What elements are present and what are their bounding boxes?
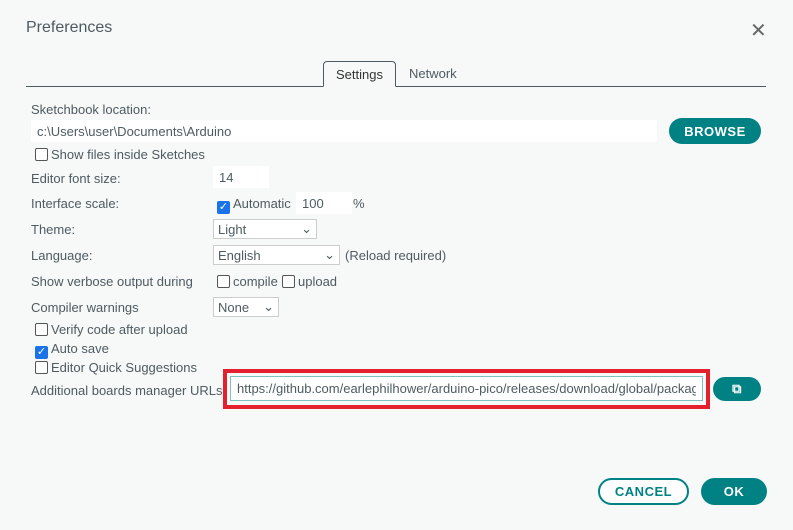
urls-label: Additional boards manager URLs xyxy=(31,383,223,398)
checkbox-icon[interactable] xyxy=(282,275,295,288)
cancel-button[interactable]: CANCEL xyxy=(598,478,689,505)
ok-button[interactable]: OK xyxy=(701,478,767,505)
automatic-label: Automatic xyxy=(233,196,291,211)
checkbox-icon[interactable] xyxy=(217,275,230,288)
compile-label: compile xyxy=(233,274,278,289)
font-size-label: Editor font size: xyxy=(31,171,121,186)
quick-suggestions-checkbox[interactable]: Editor Quick Suggestions xyxy=(35,360,197,375)
checkbox-icon[interactable] xyxy=(35,323,48,336)
windows-icon: ⧉ xyxy=(732,381,742,396)
quick-label: Editor Quick Suggestions xyxy=(51,360,197,375)
checkbox-icon[interactable] xyxy=(35,148,48,161)
show-files-label: Show files inside Sketches xyxy=(51,147,205,162)
language-label: Language: xyxy=(31,248,93,263)
browse-button[interactable]: BROWSE xyxy=(669,118,761,144)
verbose-label: Show verbose output during xyxy=(31,274,193,289)
sketchbook-input[interactable] xyxy=(31,120,657,142)
compile-checkbox[interactable]: compile xyxy=(217,274,278,289)
chevron-down-icon: ⌄ xyxy=(263,299,274,314)
warnings-value: None xyxy=(218,299,250,315)
urls-input[interactable] xyxy=(230,376,703,401)
close-icon[interactable]: ✕ xyxy=(750,18,767,43)
sketchbook-label: Sketchbook location: xyxy=(31,102,151,117)
upload-label: upload xyxy=(298,274,338,289)
tab-network[interactable]: Network xyxy=(397,61,469,87)
theme-label: Theme: xyxy=(31,222,76,237)
language-select[interactable]: English ⌄ xyxy=(213,245,340,265)
chevron-down-icon: ⌄ xyxy=(301,221,312,236)
theme-value: Light xyxy=(218,221,247,237)
tab-divider xyxy=(26,86,766,87)
check-icon[interactable]: ✓ xyxy=(35,346,48,359)
reload-note: (Reload required) xyxy=(345,248,447,263)
autosave-label: Auto save xyxy=(51,341,109,356)
upload-checkbox[interactable]: upload xyxy=(282,274,337,289)
warnings-select[interactable]: None ⌄ xyxy=(213,297,279,317)
verify-checkbox[interactable]: Verify code after upload xyxy=(35,322,188,337)
scale-label: Interface scale: xyxy=(31,196,120,211)
theme-select[interactable]: Light ⌄ xyxy=(213,219,317,239)
scale-input[interactable] xyxy=(296,192,352,214)
autosave-checkbox[interactable]: ✓ Auto save xyxy=(35,341,109,359)
language-value: English xyxy=(218,247,261,263)
show-files-checkbox[interactable]: Show files inside Sketches xyxy=(35,147,205,162)
chevron-down-icon: ⌄ xyxy=(324,247,335,262)
edit-urls-button[interactable]: ⧉ xyxy=(713,377,761,401)
verify-label: Verify code after upload xyxy=(51,322,188,337)
dialog-title: Preferences xyxy=(26,19,113,36)
font-size-input[interactable] xyxy=(213,166,269,188)
check-icon[interactable]: ✓ xyxy=(217,201,230,214)
warnings-label: Compiler warnings xyxy=(31,300,139,315)
checkbox-icon[interactable] xyxy=(35,361,48,374)
automatic-checkbox[interactable]: ✓ Automatic xyxy=(217,196,291,214)
tab-settings[interactable]: Settings xyxy=(323,61,396,87)
percent-label: % xyxy=(353,196,365,211)
